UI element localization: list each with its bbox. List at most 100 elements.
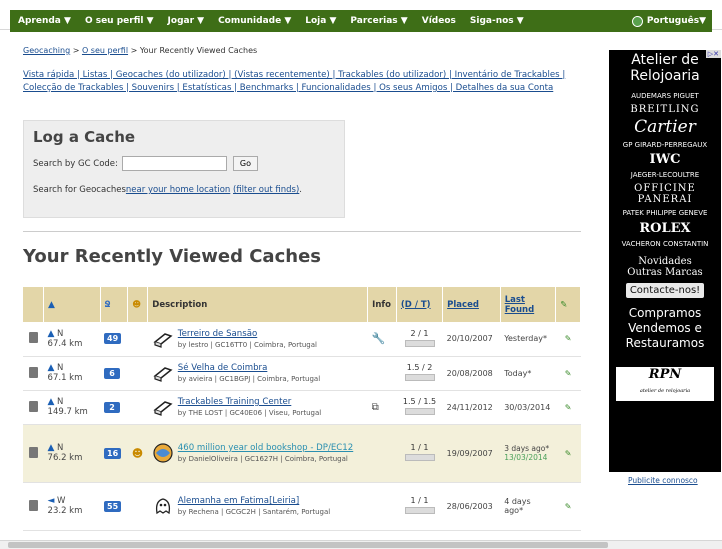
ad-contact-button[interactable]: Contacte-nos! <box>625 283 705 298</box>
header-difficulty-terrain[interactable]: (D / T) <box>396 287 444 322</box>
notebook-icon[interactable] <box>28 366 38 378</box>
header-last-found[interactable]: Last Found <box>500 287 557 322</box>
log-pen-icon[interactable]: ✎ <box>565 502 572 511</box>
difficulty-terrain: 2 / 1 <box>410 328 429 338</box>
direction-arrow-icon: ▲ <box>48 299 55 310</box>
last-found: 30/03/2014 <box>500 390 556 425</box>
ad-brand: JAEGER-LECOULTRE <box>630 171 700 179</box>
wrench-icon: 🔧 <box>371 332 386 346</box>
dt-sort-link[interactable]: (D / T) <box>401 300 431 310</box>
go-button[interactable]: Go <box>232 156 258 171</box>
traditional-cache-icon <box>153 332 173 348</box>
size-bar <box>404 408 435 415</box>
advertise-link[interactable]: Publicite connosco <box>628 476 698 485</box>
placed-date: 20/08/2008 <box>442 356 501 391</box>
log-pen-icon[interactable]: ✎ <box>565 449 572 458</box>
size-bar <box>404 339 435 347</box>
favorite-badge: 6 <box>104 367 121 379</box>
cache-title-link[interactable]: 460 million year old bookshop - DP/EC12 <box>178 443 353 453</box>
nav-item-perfil[interactable]: O seu perfil ▼ <box>85 16 154 26</box>
header-favorites[interactable]: Ջ <box>100 287 129 322</box>
ad-brand: PATEK PHILIPPE GENEVE <box>622 209 708 217</box>
notebook-icon[interactable] <box>28 400 38 412</box>
last-found: 3 days ago* <box>504 444 550 453</box>
difficulty-terrain: 1.5 / 1.5 <box>402 397 437 406</box>
nav-item-siga[interactable]: Siga-nos ▼ <box>470 16 524 26</box>
language-selector[interactable]: Português▼ <box>631 10 706 32</box>
breadcrumb-profile[interactable]: O seu perfil <box>82 46 128 55</box>
direction-label: N <box>57 363 64 373</box>
nav-item-parcerias[interactable]: Parcerias ▼ <box>350 16 407 26</box>
log-a-cache-title: Log a Cache <box>33 128 136 146</box>
header-placed[interactable]: Placed <box>442 287 501 322</box>
header-blank <box>23 287 45 322</box>
filter-finds-link[interactable]: (filter out finds) <box>233 185 299 195</box>
nearby-search-row: Search for Geocachesnear your home locat… <box>33 185 335 195</box>
header-info: Info <box>367 287 397 322</box>
advertisement-banner[interactable]: ▷✕ Atelier de Relojoaria AUDEMARS PIGUET… <box>609 50 721 472</box>
horizontal-scrollbar[interactable] <box>0 540 722 549</box>
nav-item-videos[interactable]: Vídeos <box>422 16 456 26</box>
near-home-link[interactable]: near your home location <box>126 185 230 195</box>
placed-date: 19/09/2007 <box>442 424 501 483</box>
table-row: ◄ W 23.2 km 55 Alemanha em Fatima[Leiria]… <box>23 482 581 531</box>
favorite-badge: 49 <box>104 333 122 345</box>
ribbon-icon: Ջ <box>104 299 111 310</box>
favorite-badge: 16 <box>104 447 122 459</box>
cache-title-link[interactable]: Sé Velha de Coimbra <box>178 363 320 373</box>
table-row: ▲ N 67.4 km 49 Terreiro de Sansão by lestr… <box>23 322 581 357</box>
gc-code-input[interactable] <box>121 156 227 171</box>
log-pen-icon[interactable]: ✎ <box>565 369 572 378</box>
profile-sublinks-text[interactable]: Vista rápida | Listas | Geocaches (do ut… <box>23 70 565 93</box>
header-found[interactable]: ☻ <box>127 287 149 322</box>
table-row: ▲ N 76.2 km 16 ☻ 460 million year old boo… <box>23 424 581 483</box>
notebook-icon[interactable] <box>28 332 38 344</box>
direction-arrow-icon: ▲ <box>47 328 55 339</box>
ad-outras: Outras Marcas <box>627 267 703 278</box>
cache-title-link[interactable]: Trackables Training Center <box>178 397 321 407</box>
nav-bar: Aprenda ▼ O seu perfil ▼ Jogar ▼ Comunid… <box>10 10 712 32</box>
placed-date: 28/06/2003 <box>442 482 501 531</box>
cache-owner-info: by DanielOliveira | GC1627H | Coimbra, P… <box>177 455 348 463</box>
ad-novidades: Novidades <box>638 256 692 267</box>
log-pen-icon[interactable]: ✎ <box>565 334 572 343</box>
log-pen-icon: ✎ <box>560 299 568 310</box>
rpn-logo-text: RPN <box>648 367 682 382</box>
placed-date: 24/11/2012 <box>442 390 501 425</box>
ad-compramos: Compramos <box>628 306 702 320</box>
header-direction[interactable]: ▲ <box>43 287 101 322</box>
log-pen-icon[interactable]: ✎ <box>565 403 572 412</box>
placed-sort-link[interactable]: Placed <box>447 300 479 310</box>
ad-brand: GP GIRARD-PERREGAUX <box>622 141 708 149</box>
ad-headline-2: Relojoaria <box>630 68 700 84</box>
nav-item-comunidade[interactable]: Comunidade ▼ <box>218 16 291 26</box>
direction-arrow-icon: ▲ <box>47 363 55 373</box>
smiley-icon: ☻ <box>132 299 142 310</box>
gc-code-label: Search by GC Code: <box>33 158 118 169</box>
scrollbar-thumb[interactable] <box>8 542 608 548</box>
trackable-icon: ⧉ <box>371 401 379 413</box>
search-prefix: Search for Geocaches <box>33 185 126 195</box>
placed-date: 20/10/2007 <box>442 322 501 357</box>
distance: 76.2 km <box>47 453 83 463</box>
language-label: Português▼ <box>646 16 706 26</box>
page-title: Your Recently Viewed Caches <box>23 246 321 267</box>
nav-item-loja[interactable]: Loja ▼ <box>305 16 336 26</box>
cache-title-link[interactable]: Alemanha em Fatima[Leiria] <box>178 496 330 506</box>
difficulty-terrain: 1 / 1 <box>410 496 429 505</box>
header-log: ✎ <box>555 287 581 322</box>
notebook-icon[interactable] <box>28 499 38 511</box>
last-found: 4 days ago* <box>500 482 556 531</box>
profile-sublinks[interactable]: Vista rápida | Listas | Geocaches (do ut… <box>23 69 593 95</box>
breadcrumb-geocaching[interactable]: Geocaching <box>23 46 70 55</box>
ad-choices-icon[interactable]: ▷✕ <box>705 50 721 58</box>
table-row: ▲ N 67.1 km 6 Sé Velha de Coimbra by aviei… <box>23 356 581 391</box>
nav-menu: Aprenda ▼ O seu perfil ▼ Jogar ▼ Comunid… <box>10 10 712 32</box>
distance: 67.4 km <box>47 338 83 349</box>
cache-title-link[interactable]: Terreiro de Sansão <box>178 329 317 339</box>
nav-item-jogar[interactable]: Jogar ▼ <box>168 16 205 26</box>
last-found-sort-link[interactable]: Last Found <box>505 295 535 315</box>
nav-item-aprenda[interactable]: Aprenda ▼ <box>18 16 71 26</box>
notebook-icon[interactable] <box>28 446 38 458</box>
distance: 149.7 km <box>47 407 88 417</box>
